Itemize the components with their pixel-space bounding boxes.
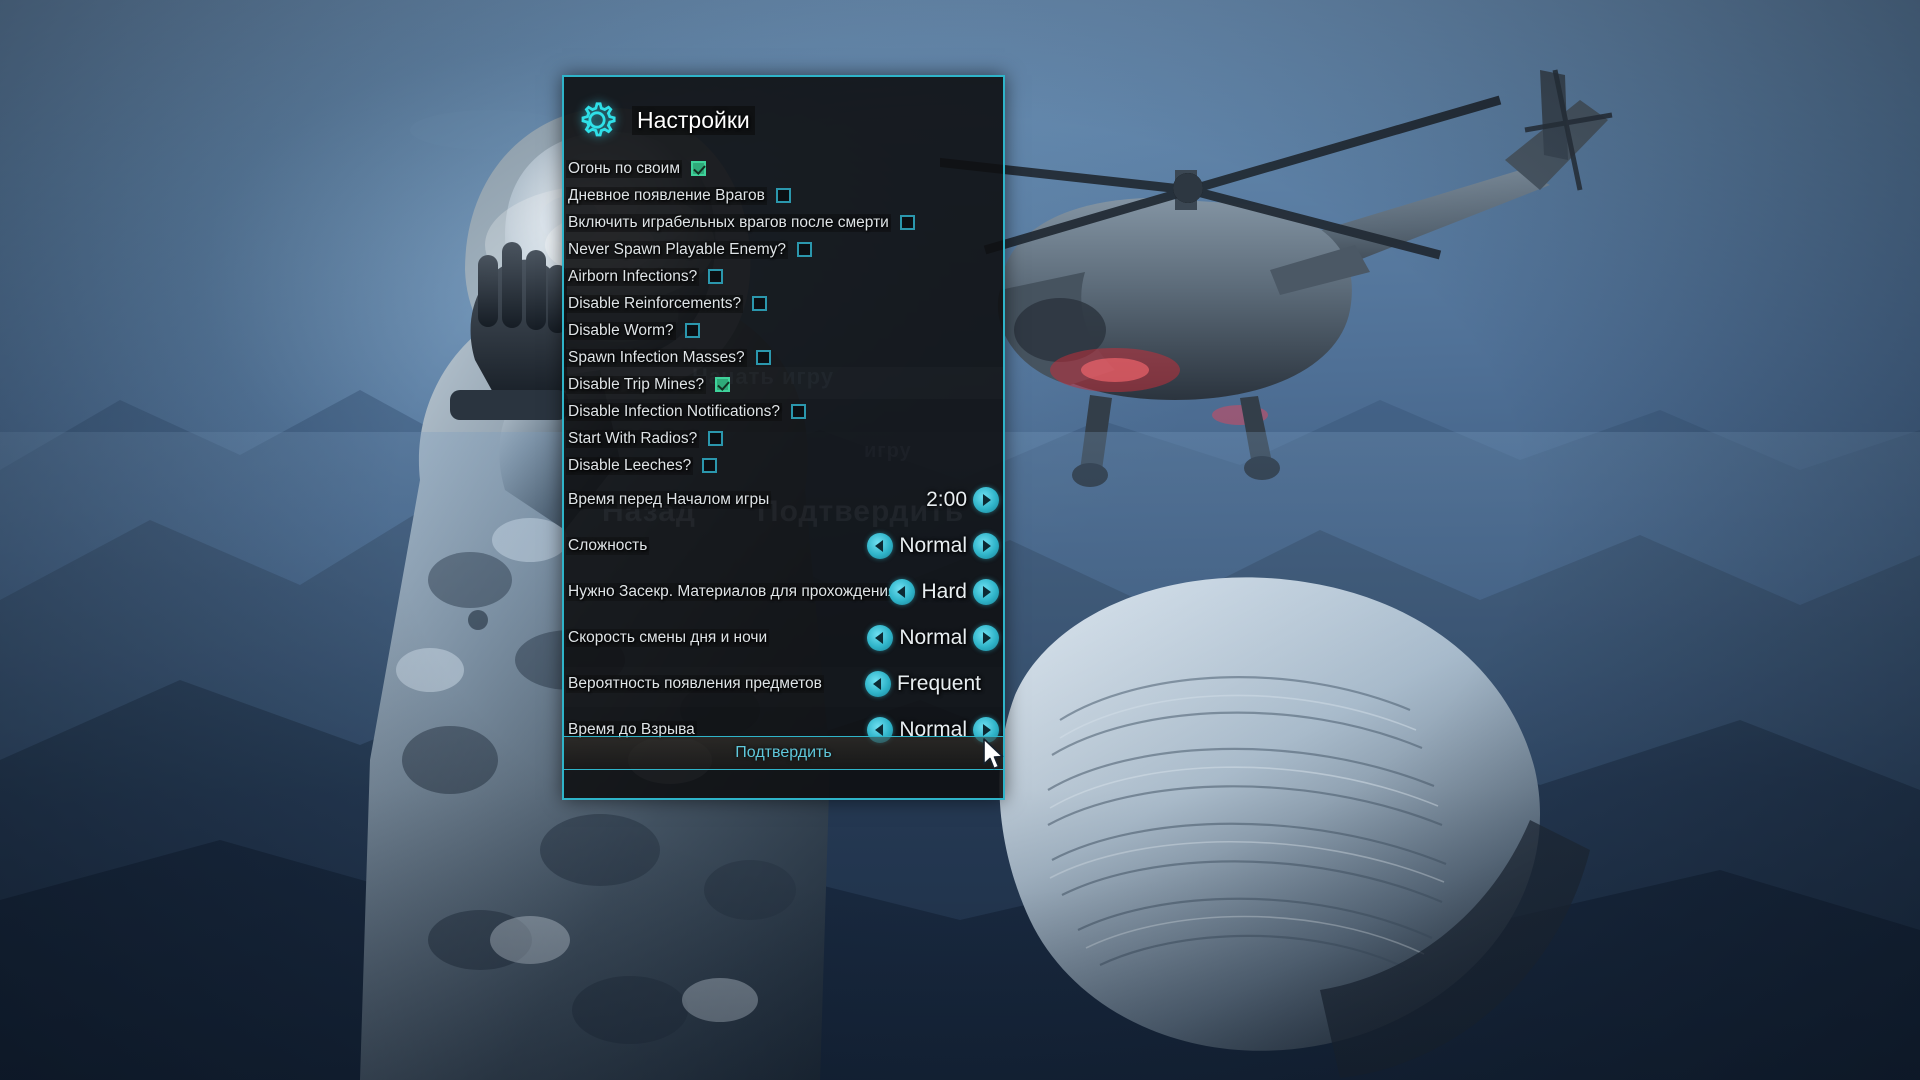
selector-value: Frequent — [896, 672, 981, 695]
arrow-right-icon[interactable] — [973, 487, 999, 513]
checkbox-row[interactable]: Never Spawn Playable Enemy? — [564, 236, 1003, 263]
selector-control: Hard — [889, 579, 999, 605]
arrow-left-icon[interactable] — [867, 533, 894, 559]
selector-value: Normal — [899, 534, 967, 557]
checkbox-unchecked[interactable] — [775, 188, 791, 203]
checkbox-options-list: Огонь по своим Дневное появление Врагов Вк… — [564, 155, 1003, 479]
checkbox-unchecked[interactable] — [708, 269, 724, 284]
confirm-button[interactable]: Подтвердить — [564, 736, 1003, 770]
checkbox-label: Включить играбельных врагов после смерти — [566, 213, 891, 232]
page-title: Настройки — [632, 105, 755, 135]
selector-value: Normal — [899, 626, 967, 649]
checkbox-label: Airborn Infections? — [566, 267, 700, 286]
selector-control: Normal — [867, 533, 999, 559]
selector-value: Hard — [921, 580, 967, 603]
checkbox-label: Disable Worm? — [566, 321, 676, 340]
selector-row[interactable]: Сложность Normal — [564, 523, 1003, 569]
selector-row[interactable]: Вероятность появления предметов Frequent — [564, 661, 1003, 707]
checkbox-checked[interactable] — [691, 161, 706, 176]
checkbox-label: Дневное появление Врагов — [566, 186, 767, 205]
selector-label: Нужно Засекр. Материалов для прохождения — [566, 583, 899, 601]
checkbox-row[interactable]: Disable Leeches? — [564, 452, 1003, 479]
arrow-right-icon[interactable] — [973, 579, 999, 605]
arrow-left-icon[interactable] — [864, 671, 891, 697]
selector-label: Сложность — [566, 537, 650, 555]
checkbox-unchecked[interactable] — [752, 296, 768, 311]
checkbox-label: Never Spawn Playable Enemy? — [566, 240, 788, 259]
checkbox-unchecked[interactable] — [702, 458, 718, 473]
checkbox-label: Disable Trip Mines? — [566, 375, 707, 394]
checkbox-label: Disable Infection Notifications? — [566, 402, 782, 421]
checkbox-row[interactable]: Airborn Infections? — [564, 263, 1003, 290]
panel-header: Настройки — [576, 99, 755, 141]
arrow-left-icon[interactable] — [889, 579, 916, 605]
arrow-right-icon[interactable] — [973, 625, 999, 651]
selector-label: Скорость смены дня и ночи — [566, 629, 770, 647]
checkbox-checked[interactable] — [715, 377, 731, 392]
checkbox-label: Spawn Infection Masses? — [566, 348, 747, 367]
selector-label: Вероятность появления предметов — [566, 675, 824, 693]
selector-options-list: Время перед Началом игры 2:00 Сложность Nor… — [564, 477, 1003, 753]
checkbox-label: Start With Radios? — [566, 429, 700, 448]
selector-row[interactable]: Скорость смены дня и ночи Normal — [564, 615, 1003, 661]
selector-control: 2:00 — [894, 487, 999, 513]
selector-control: Normal — [867, 625, 999, 651]
arrow-left-icon[interactable] — [867, 625, 894, 651]
checkbox-row[interactable]: Включить играбельных врагов после смерти — [564, 209, 1003, 236]
selector-row[interactable]: Нужно Засекр. Материалов для прохождения… — [564, 569, 1003, 615]
checkbox-unchecked[interactable] — [899, 215, 915, 230]
checkbox-row[interactable]: Disable Worm? — [564, 317, 1003, 344]
checkbox-row[interactable]: Дневное появление Врагов — [564, 182, 1003, 209]
checkbox-unchecked[interactable] — [708, 431, 724, 446]
checkbox-row[interactable]: Disable Infection Notifications? — [564, 398, 1003, 425]
confirm-button-label: Подтвердить — [735, 744, 832, 761]
selector-label: Время перед Началом игры — [566, 491, 772, 509]
checkbox-row[interactable]: Огонь по своим — [564, 155, 1003, 182]
checkbox-label: Disable Reinforcements? — [566, 294, 744, 313]
gear-icon — [576, 99, 618, 141]
selector-control: Frequent — [864, 671, 999, 697]
checkbox-label: Disable Leeches? — [566, 456, 694, 475]
checkbox-row[interactable]: Disable Trip Mines? — [564, 371, 1003, 398]
selector-value: 2:00 — [926, 488, 967, 511]
checkbox-row[interactable]: Start With Radios? — [564, 425, 1003, 452]
selector-row[interactable]: Время перед Началом игры 2:00 — [564, 477, 1003, 523]
checkbox-label: Огонь по своим — [566, 159, 682, 178]
checkbox-unchecked[interactable] — [684, 323, 700, 338]
checkbox-unchecked[interactable] — [790, 404, 806, 419]
checkbox-row[interactable]: Disable Reinforcements? — [564, 290, 1003, 317]
arrow-right-icon[interactable] — [973, 533, 999, 559]
checkbox-row[interactable]: Spawn Infection Masses? — [564, 344, 1003, 371]
settings-panel: Начать игру игру Назад Подтвердить Настр… — [562, 75, 1005, 800]
checkbox-unchecked[interactable] — [755, 350, 771, 365]
checkbox-unchecked[interactable] — [796, 242, 812, 257]
